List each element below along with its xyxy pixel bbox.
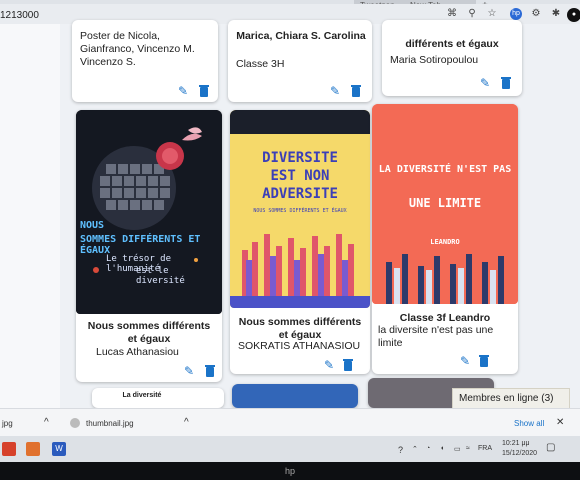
online-members-panel[interactable]: Membres en ligne (3) [452, 388, 570, 410]
poster-image: NOUS SOMMES DIFFÉRENTS ET ÉGAUX Le tréso… [76, 110, 222, 314]
hp-extension-icon[interactable]: hp [510, 8, 522, 20]
post-card[interactable]: LA DIVERSITÉ N'EST PAS UNE LIMITE LEANDR… [372, 104, 518, 374]
app-icon[interactable] [26, 442, 40, 456]
post-title: La diversité [122, 392, 162, 399]
network-icon[interactable]: ◔ [426, 445, 430, 452]
poster-heading: ADVERSITE [262, 186, 338, 202]
trash-icon[interactable] [198, 84, 210, 98]
poster-heading: SOMMES DIFFÉRENTS ET ÉGAUX [80, 234, 201, 256]
edit-pencil-icon[interactable]: ✎ [322, 358, 336, 372]
poster-heading: UNE LIMITE [408, 196, 482, 210]
poster-caption: NOUS SOMMES DIFFÉRENTS ET ÉGAUX [253, 208, 347, 214]
post-title: Poster de Nicola, Gianfranco, Vincenzo M… [80, 30, 195, 68]
trash-icon[interactable] [204, 364, 216, 378]
trash-icon[interactable] [500, 76, 512, 90]
edit-pencil-icon[interactable]: ✎ [182, 364, 196, 378]
post-card[interactable]: Poster de Nicola, Gianfranco, Vincenzo M… [72, 20, 218, 102]
extension-icon[interactable]: ⚙ [530, 8, 542, 20]
poster-heading: DIVERSITE [262, 150, 338, 166]
post-subtitle: Lucas Athanasiou [96, 346, 179, 358]
post-title: Nous sommes différents et égaux [87, 320, 211, 345]
hp-logo: hp [284, 466, 295, 476]
trash-icon[interactable] [350, 84, 362, 98]
clock-time[interactable]: 10:21 μμ [502, 440, 530, 447]
post-subtitle: Maria Sotiropoulou [390, 54, 479, 66]
clock-date[interactable]: 15/12/2020 [502, 450, 537, 457]
screen: Tweetpan New Tab + 1213000 ⌘ ⚲ ☆ hp ⚙ ✱ … [0, 0, 580, 462]
wifi-icon[interactable]: ≈ [466, 445, 470, 452]
chevron-up-icon[interactable]: ^ [44, 417, 49, 428]
post-card[interactable]: La diversité [92, 388, 224, 408]
post-title: différents et égaux [405, 38, 499, 50]
post-card[interactable]: DIVERSITE EST NON ADVERSITE NOUS SOMMES … [230, 110, 370, 374]
edit-pencil-icon[interactable]: ✎ [478, 76, 492, 90]
post-subtitle: la diversite n'est pas une limite [378, 324, 494, 349]
url-text[interactable]: 1213000 [0, 10, 39, 21]
help-icon[interactable]: ? [398, 445, 403, 455]
translate-icon[interactable]: ⌘ [446, 8, 458, 20]
download-bar: jpg ^ thumbnail.jpg ^ Show all ✕ [0, 408, 580, 437]
edit-pencil-icon[interactable]: ✎ [176, 84, 190, 98]
tray-icon[interactable]: ⌃ [412, 445, 418, 453]
word-icon[interactable]: W [52, 442, 66, 456]
poster-heading: NOUS [80, 220, 105, 231]
left-margin [0, 24, 60, 408]
show-all-link[interactable]: Show all [514, 419, 544, 428]
download-filename[interactable]: thumbnail.jpg [86, 419, 134, 428]
poster-caption: LEANDRO [430, 238, 460, 246]
poster-image: LA DIVERSITÉ N'EST PAS UNE LIMITE LEANDR… [372, 104, 518, 304]
profile-avatar[interactable]: ● [567, 8, 580, 22]
battery-icon[interactable]: ▭ [454, 445, 461, 453]
chevron-up-icon[interactable]: ^ [184, 417, 189, 428]
volume-icon[interactable]: ◖ [440, 445, 444, 452]
puzzle-icon[interactable]: ✱ [550, 8, 562, 20]
post-card[interactable]: différents et égaux Maria Sotiropoulou ✎ [382, 20, 522, 96]
app-icon[interactable] [2, 442, 16, 456]
trash-icon[interactable] [342, 358, 354, 372]
windows-taskbar: W ? ⌃ ◔ ◖ ▭ ≈ FRA 10:21 μμ 15/12/2020 ▢ [0, 436, 580, 462]
close-icon[interactable]: ✕ [556, 417, 564, 428]
trash-icon[interactable] [478, 354, 490, 368]
bookmark-star-icon[interactable]: ☆ [486, 8, 498, 20]
poster-image: DIVERSITE EST NON ADVERSITE NOUS SOMMES … [230, 110, 370, 308]
poster-caption: est le diversité [136, 266, 185, 286]
zoom-icon[interactable]: ⚲ [466, 8, 478, 20]
post-subtitle: Classe 3H [236, 58, 285, 70]
poster-heading: EST NON [270, 168, 330, 184]
edit-pencil-icon[interactable]: ✎ [328, 84, 342, 98]
post-title: Nous sommes différents et égaux [238, 316, 362, 341]
file-icon [70, 418, 80, 428]
post-card[interactable]: Marica, Chiara S. Carolina Classe 3H ✎ [228, 20, 372, 102]
post-card[interactable] [232, 384, 358, 408]
poster-heading: LA DIVERSITÉ N'EST PAS [378, 164, 512, 175]
language-indicator[interactable]: FRA [478, 445, 492, 452]
post-card[interactable]: NOUS SOMMES DIFFÉRENTS ET ÉGAUX Le tréso… [76, 110, 222, 382]
post-subtitle: SOKRATIS ATHANASIOU [238, 340, 361, 352]
notification-icon[interactable]: ▢ [546, 442, 555, 453]
post-title: Marica, Chiara S. Carolina [236, 30, 366, 42]
download-item-stub[interactable]: jpg [2, 419, 13, 428]
edit-pencil-icon[interactable]: ✎ [458, 354, 472, 368]
